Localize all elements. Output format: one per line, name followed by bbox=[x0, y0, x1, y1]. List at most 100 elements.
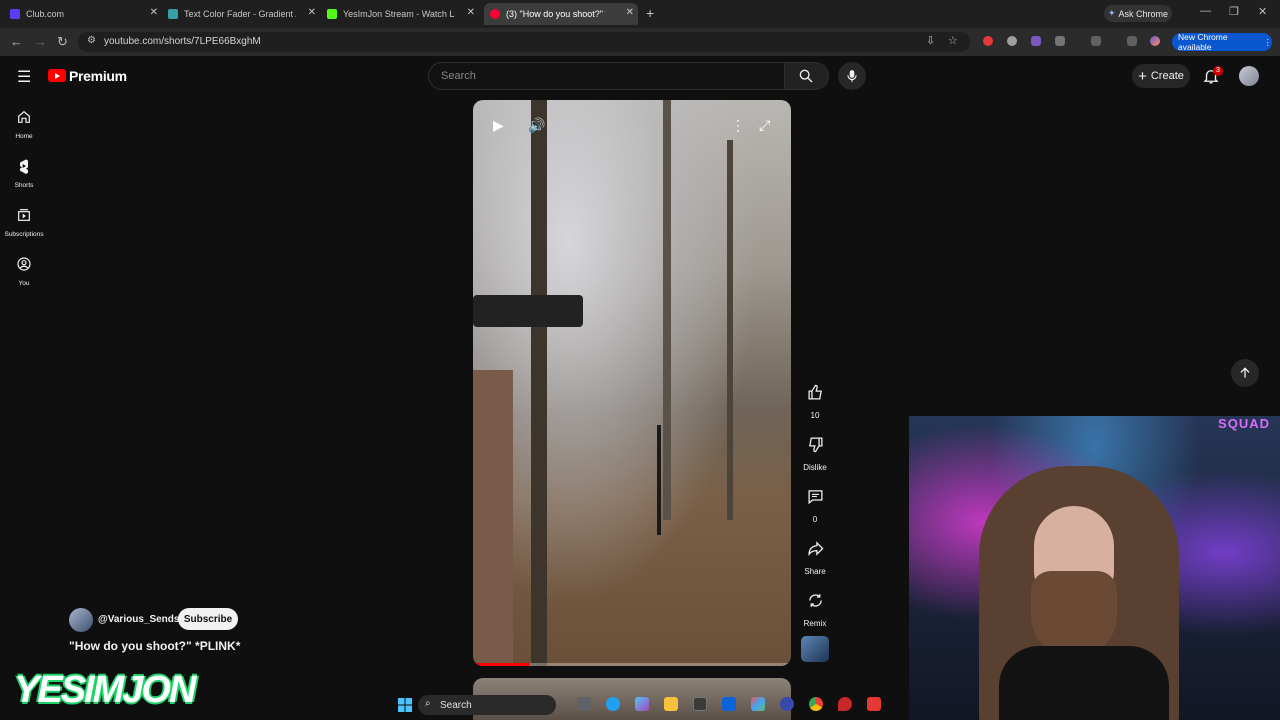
close-window-icon[interactable]: ✕ bbox=[1258, 5, 1267, 18]
search-button[interactable] bbox=[785, 62, 829, 90]
ask-chrome-button[interactable]: ✦ Ask Chrome bbox=[1104, 5, 1172, 22]
profile-avatar-icon[interactable] bbox=[1150, 36, 1160, 46]
file-explorer-icon[interactable] bbox=[664, 697, 678, 711]
webcam-sign: SQUAD bbox=[1218, 416, 1270, 431]
extensions-puzzle-icon[interactable] bbox=[1055, 36, 1065, 46]
copilot-icon[interactable] bbox=[635, 697, 649, 711]
sidebar-item-label: Subscriptions bbox=[4, 231, 44, 238]
shorts-video-player[interactable]: ▶ 🔊 ⋮ ⤢ bbox=[473, 100, 791, 666]
maps-pin-icon[interactable] bbox=[838, 697, 852, 711]
ask-chrome-label: Ask Chrome bbox=[1118, 8, 1169, 19]
create-button[interactable]: + Create bbox=[1132, 64, 1190, 88]
youtube-logo-text[interactable]: Premium bbox=[69, 68, 127, 84]
update-chrome-button[interactable]: New Chrome available ⋮ bbox=[1172, 32, 1272, 52]
video-frame-rifle bbox=[473, 295, 583, 327]
share-button[interactable]: Share bbox=[800, 533, 830, 576]
sidebar-item-you[interactable]: You bbox=[0, 256, 48, 287]
tab-title: YesImJon Stream - Watch Live on Kick bbox=[343, 9, 455, 19]
streamer-shirt bbox=[999, 646, 1169, 720]
browser-tab[interactable]: YesImJon Stream - Watch Live on Kick ✕ bbox=[327, 3, 479, 25]
sidebar-item-subscriptions[interactable]: Subscriptions bbox=[0, 207, 48, 238]
search-icon: ⌕ bbox=[425, 698, 431, 709]
recording-app-icon[interactable] bbox=[867, 697, 881, 711]
subscribe-label: Subscribe bbox=[183, 613, 233, 625]
volume-icon[interactable]: 🔊 bbox=[528, 117, 545, 134]
close-tab-icon[interactable]: ✕ bbox=[308, 7, 316, 18]
voice-search-button[interactable] bbox=[838, 62, 866, 90]
close-tab-icon[interactable]: ✕ bbox=[626, 7, 634, 18]
like-button[interactable]: 10 bbox=[800, 377, 830, 420]
forward-arrow-icon[interactable]: → bbox=[34, 34, 47, 49]
extension-icon[interactable] bbox=[1007, 36, 1017, 46]
video-frame-tree bbox=[727, 140, 733, 520]
arrow-up-icon bbox=[1240, 367, 1250, 378]
browser-tab-active[interactable]: (3) "How do you shoot?" *PLINK* ✕ bbox=[484, 3, 638, 25]
extension-icon[interactable] bbox=[983, 36, 993, 46]
extension-icon[interactable] bbox=[1031, 36, 1041, 46]
streamer-logo: YESIMJON bbox=[14, 669, 196, 711]
mail-icon[interactable] bbox=[722, 697, 736, 711]
new-tab-button[interactable]: + bbox=[646, 5, 654, 21]
close-tab-icon[interactable]: ✕ bbox=[150, 7, 158, 18]
comment-icon bbox=[807, 489, 823, 504]
windows-start-icon[interactable] bbox=[398, 698, 412, 712]
previous-short-button[interactable] bbox=[1231, 359, 1259, 387]
video-progress-fill bbox=[473, 663, 531, 666]
browser-tab[interactable]: Club.com ✕ bbox=[10, 3, 162, 25]
update-chrome-label: New Chrome available bbox=[1178, 32, 1228, 52]
search-input[interactable] bbox=[439, 69, 763, 83]
store-icon[interactable] bbox=[693, 697, 707, 711]
restore-icon[interactable]: ❐ bbox=[1229, 5, 1239, 18]
office-icon[interactable] bbox=[751, 697, 765, 711]
sidebar-item-shorts[interactable]: Shorts bbox=[0, 158, 48, 189]
close-tab-icon[interactable]: ✕ bbox=[467, 7, 475, 18]
search-box[interactable] bbox=[428, 62, 785, 90]
address-toolbar: ← → ↻ ⚙ youtube.com/shorts/7LPE66BxghM ⇩… bbox=[0, 28, 1280, 56]
sound-thumbnail[interactable] bbox=[801, 636, 829, 662]
tab-favicon-icon bbox=[10, 9, 20, 19]
sidebar-item-label: Home bbox=[15, 133, 33, 140]
taskbar-search-label: Search bbox=[440, 699, 472, 711]
comments-button[interactable]: 0 bbox=[800, 481, 830, 524]
sidebar-item-home[interactable]: Home bbox=[0, 109, 48, 140]
bookmark-star-icon[interactable]: ☆ bbox=[948, 34, 958, 47]
subscriptions-icon bbox=[18, 209, 30, 221]
sidebar-item-label: You bbox=[18, 280, 30, 287]
tab-search-icon[interactable] bbox=[1127, 36, 1137, 46]
chrome-icon[interactable] bbox=[809, 697, 823, 711]
streamer-beard bbox=[1031, 571, 1117, 656]
dislike-label: Dislike bbox=[803, 463, 827, 472]
microphone-icon bbox=[847, 70, 857, 82]
reload-icon[interactable]: ↻ bbox=[57, 34, 68, 50]
browser-tab[interactable]: Text Color Fader - Gradient / rainbow ✕ bbox=[168, 3, 320, 25]
channel-name[interactable]: @Various_Sends bbox=[98, 614, 179, 625]
remix-button[interactable]: Remix bbox=[800, 585, 830, 628]
create-label: Create bbox=[1150, 70, 1184, 82]
channel-avatar[interactable] bbox=[69, 608, 93, 632]
minimize-icon[interactable]: — bbox=[1200, 5, 1211, 17]
address-bar[interactable]: ⚙ youtube.com/shorts/7LPE66BxghM ⇩ ☆ bbox=[78, 32, 970, 52]
account-avatar[interactable] bbox=[1239, 66, 1259, 86]
edge-browser-icon[interactable] bbox=[606, 697, 620, 711]
share-icon bbox=[807, 540, 823, 556]
video-frame-tree bbox=[531, 100, 547, 666]
fullscreen-icon[interactable]: ⤢ bbox=[759, 117, 770, 134]
back-arrow-icon[interactable]: ← bbox=[10, 34, 23, 49]
side-panel-icon[interactable] bbox=[1091, 36, 1101, 46]
taskbar-search[interactable]: ⌕ Search bbox=[418, 695, 556, 715]
task-view-icon[interactable] bbox=[577, 697, 591, 711]
play-icon[interactable]: ▶ bbox=[493, 117, 504, 134]
video-progress-bar[interactable] bbox=[473, 663, 791, 666]
hamburger-menu-icon[interactable]: ☰ bbox=[17, 67, 31, 87]
windows-taskbar: ⌕ Search bbox=[390, 690, 910, 720]
tab-title: (3) "How do you shoot?" *PLINK* bbox=[506, 9, 606, 19]
more-options-icon[interactable]: ⋮ bbox=[731, 117, 745, 134]
install-app-icon[interactable]: ⇩ bbox=[926, 34, 935, 47]
app-icon[interactable] bbox=[780, 697, 794, 711]
dislike-button[interactable]: Dislike bbox=[800, 429, 830, 472]
site-info-icon[interactable]: ⚙ bbox=[87, 35, 96, 46]
video-frame-shooter bbox=[473, 370, 513, 666]
subscribe-button[interactable]: Subscribe bbox=[178, 608, 238, 630]
youtube-logo-icon[interactable] bbox=[48, 69, 66, 82]
video-frame-tree bbox=[663, 100, 671, 520]
